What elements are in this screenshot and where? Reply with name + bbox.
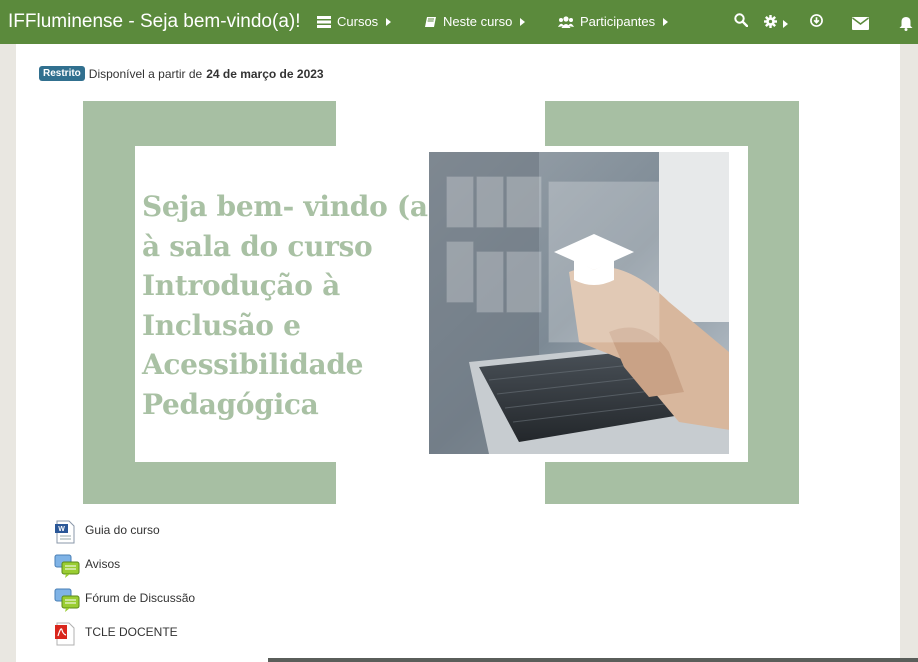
caret-right-icon (783, 20, 788, 28)
word-doc-icon: W (54, 520, 76, 549)
banner-line: Inclusão e (142, 308, 301, 342)
mail-icon[interactable] (852, 17, 869, 35)
caret-right-icon (663, 17, 669, 26)
restriction-info: Restrito Disponível a partir de 24 de ma… (39, 66, 324, 81)
welcome-banner: Seja bem- vindo (a) à sala do curso Intr… (83, 101, 799, 504)
activity-label: Avisos (85, 557, 121, 571)
bottom-scroll-strip (268, 658, 918, 662)
settings-menu[interactable] (764, 15, 788, 33)
site-brand[interactable]: IFFluminense - Seja bem-vindo(a)! (8, 11, 301, 33)
banner-title: Seja bem- vindo (a) à sala do curso Intr… (142, 187, 442, 424)
users-icon (558, 15, 574, 28)
caret-right-icon (386, 17, 392, 26)
forum-icon (54, 554, 80, 583)
forum-icon (54, 588, 80, 617)
activity-label: TCLE DOCENTE (85, 625, 178, 639)
activity-course-guide[interactable]: W Guia do curso (54, 520, 160, 549)
restriction-date: 24 de março de 2023 (206, 66, 324, 81)
activity-label: Guia do curso (85, 523, 160, 537)
banner-line: Seja bem- vindo (a) (142, 190, 441, 223)
banner-line: Pedagógica (142, 387, 319, 421)
pdf-icon (54, 622, 76, 651)
search-icon[interactable] (734, 13, 749, 32)
nav-this-course[interactable]: Neste curso (425, 14, 526, 29)
banner-line: à sala do curso (142, 229, 373, 263)
activity-announcements[interactable]: Avisos (54, 554, 120, 583)
nav-participants-label: Participantes (580, 14, 656, 29)
book-icon (425, 16, 437, 28)
caret-right-icon (520, 17, 526, 26)
restriction-text: Disponível a partir de (88, 66, 203, 81)
nav-courses[interactable]: Cursos (317, 14, 392, 29)
gear-icon (764, 15, 777, 33)
nav-this-course-label: Neste curso (443, 14, 513, 29)
bell-icon[interactable] (899, 16, 913, 36)
activity-discussion-forum[interactable]: Fórum de Discussão (54, 588, 195, 617)
nav-courses-label: Cursos (337, 14, 379, 29)
banner-line: Introdução à (142, 269, 340, 302)
nav-participants[interactable]: Participantes (558, 14, 669, 29)
download-icon[interactable] (810, 14, 823, 32)
svg-text:W: W (58, 526, 65, 533)
course-content: Restrito Disponível a partir de 24 de ma… (16, 44, 900, 662)
top-navbar: IFFluminense - Seja bem-vindo(a)! Cursos… (0, 0, 918, 44)
courses-icon (317, 15, 331, 28)
laptop-education-image (429, 152, 743, 454)
restricted-badge: Restrito (39, 66, 85, 81)
activity-label: Fórum de Discussão (85, 591, 196, 605)
activity-tcle-docente[interactable]: TCLE DOCENTE (54, 622, 178, 651)
banner-line: Acessibilidade (142, 348, 364, 381)
